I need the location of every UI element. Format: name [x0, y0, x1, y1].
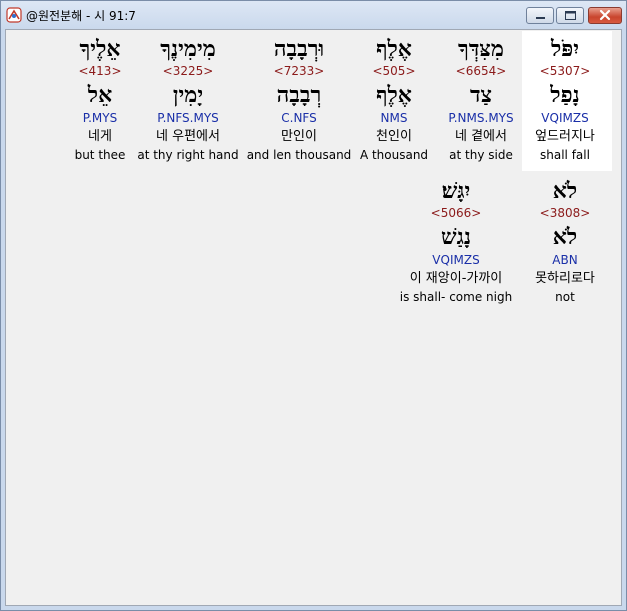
hebrew-lemma: נָגַשׁ — [441, 224, 471, 250]
word-column[interactable]: יִגָּשׁ׃ <5066> נָגַשׁ VQIMZS 이 재앙이-가까이 … — [386, 172, 526, 312]
english-gloss: and len thousand — [246, 148, 352, 162]
morphology-code: NMS — [380, 111, 408, 125]
interlinear-view: יִפֹּל <5307> נָפַל VQIMZS 엎드러지나 shall f… — [5, 29, 622, 606]
window-title: @원전분해 - 시 91:7 — [26, 9, 136, 23]
hebrew-lemma: אֵל — [87, 82, 113, 108]
morphology-code: C.NFS — [281, 111, 317, 125]
morphology-code: ABN — [552, 253, 578, 267]
korean-gloss: 네 곁에서 — [455, 129, 507, 144]
hebrew-word: לֹא — [552, 178, 578, 204]
english-gloss: but thee — [74, 148, 126, 162]
english-gloss: is shall- come nigh — [399, 290, 513, 304]
hebrew-word: וּרְבָבָה — [273, 36, 325, 62]
maximize-button[interactable] — [556, 7, 584, 24]
morphology-code: P.MYS — [82, 111, 118, 125]
strong-number-link[interactable]: <7233> — [244, 64, 354, 78]
word-column[interactable]: לֹא <3808> לֹא ABN 못하리로다 not — [515, 172, 615, 312]
korean-gloss: 천인이 — [376, 129, 412, 144]
hebrew-word: יִגָּשׁ׃ — [441, 178, 471, 204]
maximize-icon — [565, 11, 576, 20]
close-icon — [599, 9, 611, 21]
hebrew-lemma: רְבָבָה — [276, 82, 322, 108]
morphology-code: VQIMZS — [432, 253, 480, 267]
minimize-button[interactable] — [526, 7, 554, 24]
korean-gloss: 만인이 — [281, 129, 317, 144]
korean-gloss: 네게 — [88, 129, 112, 144]
word-column[interactable]: מִצִּדְּךָ <6654> צַד P.NMS.MYS 네 곁에서 at… — [431, 30, 531, 170]
minimize-icon — [536, 17, 545, 19]
korean-gloss: 이 재앙이-가까이 — [409, 271, 503, 286]
app-window: @원전분해 - 시 91:7 יִפֹּל <5307> נָפַל VQIMZ… — [0, 0, 627, 611]
title-bar[interactable]: @원전분해 - 시 91:7 — [1, 1, 626, 29]
strong-number-link[interactable]: <6654> — [431, 64, 531, 78]
hebrew-lemma: אֶלֶף — [376, 82, 412, 108]
word-column[interactable]: אֶלֶף <505> אֶלֶף NMS 천인이 A thousand — [344, 30, 444, 170]
english-gloss: A thousand — [359, 148, 429, 162]
hebrew-lemma: לֹא — [552, 224, 578, 250]
english-gloss: at thy side — [449, 148, 513, 162]
morphology-code: P.NMS.MYS — [448, 111, 514, 125]
hebrew-word: אֵלֶיךָ — [79, 36, 121, 62]
strong-number-link[interactable]: <3808> — [515, 206, 615, 220]
close-button[interactable] — [588, 7, 622, 24]
korean-gloss: 못하리로다 — [535, 271, 595, 286]
app-icon — [6, 7, 22, 23]
hebrew-word: מִצִּדְּךָ — [458, 36, 504, 62]
strong-number-link[interactable]: <505> — [344, 64, 444, 78]
hebrew-word: אֶלֶף — [376, 36, 412, 62]
hebrew-lemma: צַד — [469, 82, 493, 108]
word-column[interactable]: אֵלֶיךָ <413> אֵל P.MYS 네게 but thee — [50, 30, 150, 170]
strong-number-link[interactable]: <5066> — [386, 206, 526, 220]
strong-number-link[interactable]: <413> — [50, 64, 150, 78]
english-gloss: not — [555, 290, 575, 304]
word-column[interactable]: וּרְבָבָה <7233> רְבָבָה C.NFS 만인이 and l… — [244, 30, 354, 170]
